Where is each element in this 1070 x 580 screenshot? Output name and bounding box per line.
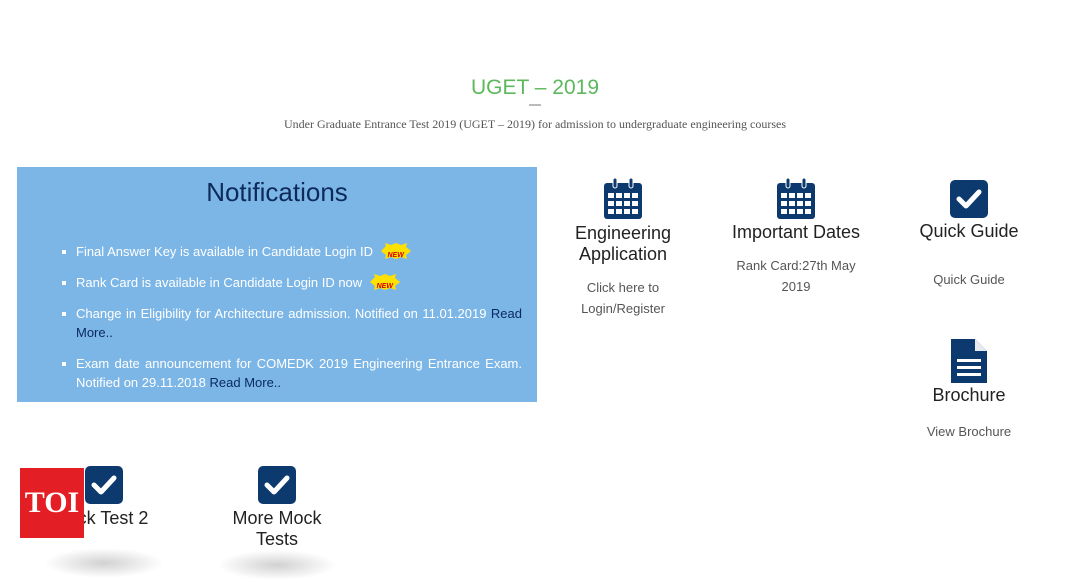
notification-text: Change in Eligibility for Architecture a… [76,306,487,321]
tile-link[interactable]: Click here to Login/Register [563,277,683,319]
tile-shadow [44,548,164,578]
tile-title: Quick Guide [919,221,1019,241]
page-title: UGET – 2019 [470,76,600,99]
tile-title: Important Dates [731,222,861,242]
notification-text: Rank Card is available in Candidate Logi… [76,275,363,290]
notification-item: Change in Eligibility for Architecture a… [62,304,522,342]
notification-item: Final Answer Key is available in Candida… [62,242,522,261]
checkbox-icon [950,180,988,218]
calendar-icon [777,177,815,219]
engineering-application-tile[interactable]: Engineering Application Click here to Lo… [563,177,683,319]
quick-guide-tile[interactable]: Quick Guide Quick Guide [909,180,1029,290]
notification-item: Rank Card is available in Candidate Logi… [62,273,522,292]
notification-text: Final Answer Key is available in Candida… [76,244,374,259]
tile-text: Rank Card:27th May 2019 [736,258,856,294]
calendar-icon [604,177,642,219]
tile-title: More Mock Tests [232,508,322,549]
tile-link[interactable]: Quick Guide [909,269,1029,290]
checkbox-icon [85,466,123,504]
new-badge-icon: NEW [380,243,411,259]
tile-title: Brochure [932,385,1006,405]
notifications-panel: Notifications Final Answer Key is availa… [17,167,537,402]
tile-title: Engineering Application [574,223,672,264]
notifications-heading: Notifications [206,177,348,207]
toi-logo: TOI [20,468,84,538]
read-more-link[interactable]: Read More.. [210,375,282,390]
tile-link[interactable]: View Brochure [909,421,1029,442]
notification-text: Exam date announcement for COMEDK 2019 E… [76,356,522,390]
checkbox-icon [258,466,296,504]
important-dates-tile[interactable]: Important Dates Rank Card:27th May 2019 [728,177,864,297]
new-badge-icon: NEW [369,274,400,290]
title-divider [529,104,541,106]
document-icon [951,339,987,383]
page-subtitle: Under Graduate Entrance Test 2019 (UGET … [283,117,786,131]
tile-shadow [217,550,337,580]
brochure-tile[interactable]: Brochure View Brochure [909,339,1029,442]
more-mock-tests-tile[interactable]: More Mock Tests [217,466,337,550]
notifications-list: Final Answer Key is available in Candida… [62,242,522,404]
notification-item: Exam date announcement for COMEDK 2019 E… [62,354,522,392]
